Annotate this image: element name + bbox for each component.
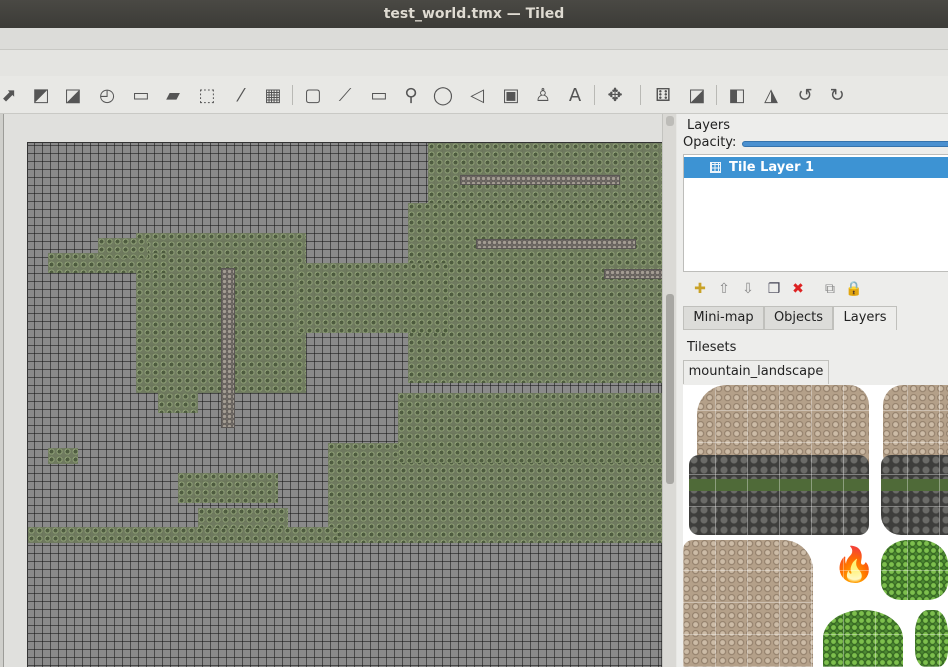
campfire-icon: 🔥	[833, 545, 876, 585]
vegetation-region	[298, 263, 448, 333]
lower-layer-icon[interactable]: ⇩	[739, 280, 757, 298]
rotate-right-icon[interactable]: ↻	[824, 82, 850, 108]
toolbar-separator	[640, 85, 641, 105]
select-objects-icon[interactable]: ▢	[300, 82, 326, 108]
flip-vertical-icon[interactable]: ◮	[758, 82, 784, 108]
toolbar-separator	[292, 85, 293, 105]
tools-toolbar: ⬈ ◩ ◪ ◴ ▭ ▰ ⬚ ⁄ ▦ ▢ ⟋ ▭ ⚲ ◯ ◁ ▣ ♙ A ✥ ⚅ ◪ ◧ ◮ ↺ ↻	[0, 76, 948, 114]
scrollbar-arrow[interactable]	[666, 116, 674, 126]
vegetation-region	[98, 238, 148, 258]
random-mode-icon[interactable]: ⚅	[650, 82, 676, 108]
tile-map-canvas[interactable]	[27, 142, 664, 667]
lock-layer-icon[interactable]: 🔒	[845, 280, 863, 298]
grass-tile	[881, 540, 948, 600]
opacity-label: Opacity:	[683, 135, 737, 150]
edit-polygons-icon[interactable]: ⟋	[332, 82, 358, 108]
menu-bar	[0, 28, 948, 50]
editor-left-edge	[0, 114, 4, 667]
insert-polygon-icon[interactable]: ◁	[464, 82, 490, 108]
vegetation-region	[178, 473, 278, 503]
editor-vertical-scrollbar[interactable]	[662, 114, 676, 667]
layers-panel-title: Layers	[687, 118, 731, 133]
tilesets-panel-title: Tilesets	[687, 340, 737, 355]
layer-row-tile-layer-1[interactable]: Tile Layer 1	[684, 157, 948, 178]
duplicate-layer-icon[interactable]: ❐	[765, 280, 783, 298]
rotate-left-icon[interactable]: ↺	[792, 82, 818, 108]
move-icon[interactable]: ✥	[602, 82, 628, 108]
scrollbar-thumb[interactable]	[666, 294, 674, 484]
remove-layer-icon[interactable]: ✖	[789, 280, 807, 298]
wang-fill-icon[interactable]: ◪	[684, 82, 710, 108]
tilesets-panel: mountain_landscape 🔥	[683, 360, 948, 667]
layer-name: Tile Layer 1	[729, 160, 815, 175]
vegetation-region	[48, 448, 78, 464]
rock-tile	[883, 385, 948, 465]
vegetation-region	[28, 527, 338, 543]
window-title: test_world.tmx — Tiled	[0, 0, 948, 28]
stamp-brush-icon[interactable]: ⬈	[0, 82, 22, 108]
rock-tile	[683, 540, 813, 667]
insert-point-icon[interactable]: ⚲	[398, 82, 424, 108]
insert-template-icon[interactable]: ♙	[530, 82, 556, 108]
opacity-slider[interactable]	[742, 141, 948, 147]
select-same-tile-icon[interactable]: ▦	[260, 82, 286, 108]
main-toolbar	[0, 50, 948, 76]
map-editor[interactable]	[0, 114, 676, 667]
rectangle-select-icon[interactable]: ⬚	[194, 82, 220, 108]
insert-rectangle-icon[interactable]: ▭	[366, 82, 392, 108]
tileset-view[interactable]: 🔥	[683, 385, 948, 667]
raise-layer-icon[interactable]: ⇧	[715, 280, 733, 298]
grass-tile	[915, 610, 948, 667]
insert-text-icon[interactable]: A	[562, 82, 588, 108]
flip-horizontal-icon[interactable]: ◧	[724, 82, 750, 108]
tab-mini-map[interactable]: Mini-map	[683, 306, 764, 330]
bucket-fill-icon[interactable]: ◴	[94, 82, 120, 108]
stone-path	[221, 268, 235, 428]
toolbar-separator	[716, 85, 717, 105]
magic-wand-icon[interactable]: ⁄	[228, 82, 254, 108]
tab-objects[interactable]: Objects	[764, 306, 833, 330]
merge-layer-icon[interactable]: ⧉	[821, 280, 839, 298]
layer-list[interactable]: Tile Layer 1	[683, 154, 948, 272]
tab-layers[interactable]: Layers	[833, 306, 897, 330]
insert-tile-icon[interactable]: ▣	[498, 82, 524, 108]
new-layer-icon[interactable]: ✚	[691, 280, 709, 298]
cliff-tile	[689, 455, 869, 535]
wang-brush-icon[interactable]: ◪	[60, 82, 86, 108]
stone-path	[460, 175, 620, 185]
terrain-brush-icon[interactable]: ◩	[28, 82, 54, 108]
tileset-tab-mountain-landscape[interactable]: mountain_landscape	[683, 360, 829, 384]
tile-layer-icon	[710, 162, 721, 173]
right-dock: Layers Opacity: Tile Layer 1 ✚ ⇧ ⇩ ❐ ✖ ⧉ 🔒 Min…	[677, 114, 948, 667]
grass-tile	[823, 610, 903, 667]
shape-fill-icon[interactable]: ▭	[128, 82, 154, 108]
stone-path	[476, 239, 636, 249]
insert-ellipse-icon[interactable]: ◯	[430, 82, 456, 108]
cliff-tile	[881, 455, 948, 535]
vegetation-region	[398, 393, 664, 463]
vegetation-region	[158, 393, 198, 413]
stone-path	[604, 269, 664, 279]
eraser-icon[interactable]: ▰	[160, 82, 186, 108]
toolbar-separator	[594, 85, 595, 105]
vegetation-region	[198, 508, 288, 528]
